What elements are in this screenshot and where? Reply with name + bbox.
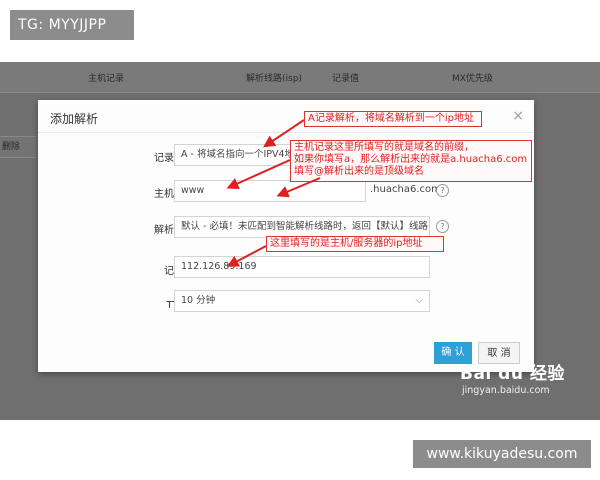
- host-record-value: www: [181, 185, 205, 196]
- annotation-a-record: A记录解析，将域名解析到一个ip地址: [304, 111, 482, 127]
- cancel-button[interactable]: 取 消: [478, 342, 520, 364]
- column-host-record: 主机记录: [88, 74, 125, 84]
- ttl-select[interactable]: 10 分钟 ⌵: [174, 290, 430, 312]
- annotation-host-record: 主机记录这里所填写的就是域名的前缀， 如果你填写a，那么解析出来的就是a.hua…: [290, 140, 532, 182]
- host-help-icon[interactable]: ?: [436, 184, 449, 197]
- host-record-input[interactable]: www: [174, 180, 366, 202]
- line-help-icon[interactable]: ?: [436, 220, 449, 233]
- line-value: 默认 - 必填！未匹配到智能解析线路时，返回【默认】线路…: [181, 221, 430, 232]
- confirm-button[interactable]: 确 认: [434, 342, 472, 364]
- close-icon[interactable]: ×: [512, 108, 524, 124]
- watermark-bottom: www.kikuyadesu.com: [413, 440, 591, 468]
- record-type-value: A - 将域名指向一个IPV4地址: [181, 149, 304, 160]
- dialog-title: 添加解析: [50, 112, 99, 126]
- annotation-host-line-1: 主机记录这里所填写的就是域名的前缀，: [294, 142, 474, 153]
- background-table-header: 主机记录 解析线路(isp) 记录值 MX优先级: [0, 62, 600, 93]
- line-select[interactable]: 默认 - 必填！未匹配到智能解析线路时，返回【默认】线路… ⌵: [174, 216, 430, 238]
- chevron-down-icon: ⌵: [415, 295, 423, 306]
- baidu-url: jingyan.baidu.com: [462, 385, 550, 396]
- column-line: 解析线路(isp): [246, 74, 302, 84]
- column-mx-priority: MX优先级: [452, 74, 493, 84]
- column-record-value: 记录值: [332, 74, 360, 84]
- ttl-value: 10 分钟: [181, 295, 216, 306]
- record-value-input[interactable]: 112.126.89.169: [174, 256, 430, 278]
- domain-suffix: .huacha6.com: [370, 184, 441, 195]
- record-value-text: 112.126.89.169: [181, 261, 257, 272]
- baidu-logo-text: Bai du 经验: [460, 364, 565, 384]
- dialog-divider: [38, 132, 534, 133]
- annotation-record-value: 这里填写的是主机/服务器的ip地址: [266, 236, 444, 252]
- chevron-down-icon: ⌵: [415, 221, 423, 232]
- baidu-jingyan-logo: Bai du 经验 jingyan.baidu.com: [460, 364, 584, 404]
- watermark-top: TG: MYYJJPP: [10, 10, 134, 40]
- delete-button[interactable]: 删除: [0, 136, 36, 158]
- annotation-host-line-3: 填写@解析出来的是顶级域名: [294, 166, 424, 177]
- annotation-host-line-2: 如果你填写a，那么解析出来的就是a.huacha6.com: [294, 154, 528, 165]
